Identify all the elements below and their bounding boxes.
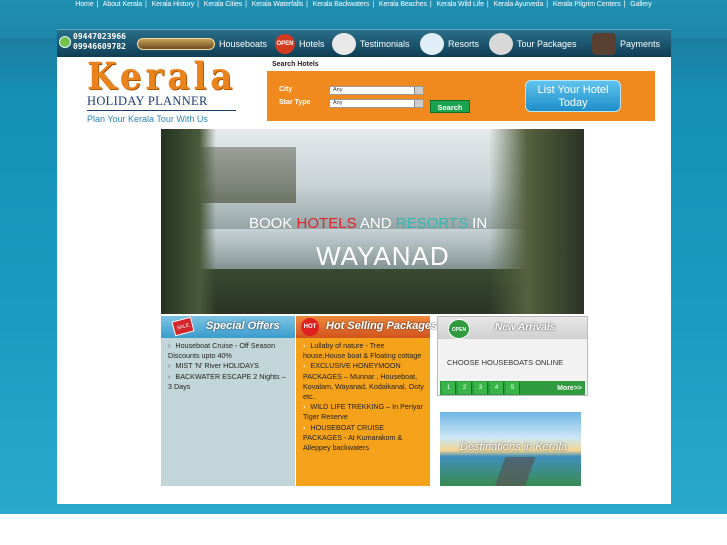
list-item[interactable]: MIST 'N' River HOLIDAYS: [168, 361, 289, 371]
logo-kerala-text: Kerala: [87, 55, 237, 99]
hot-packages-title: Hot Selling Packages: [326, 320, 438, 332]
top-link-kerala-pilgrim-centers[interactable]: Kerala Pilgrim Centers: [553, 1, 621, 8]
top-link-kerala-backwaters[interactable]: Kerala Backwaters: [313, 1, 370, 8]
star-type-select-value: Any: [333, 100, 343, 106]
wallet-icon: [592, 33, 616, 55]
list-item[interactable]: BACKWATER ESCAPE 2 Nights – 3 Days: [168, 372, 289, 392]
open-sign-icon: OPEN: [448, 319, 470, 339]
top-link-kerala-beaches[interactable]: Kerala Beaches: [379, 1, 427, 8]
nav-payments[interactable]: Payments: [592, 30, 660, 58]
more-link[interactable]: More>>: [557, 385, 582, 392]
top-link-home[interactable]: Home: [75, 1, 93, 8]
page-5-button[interactable]: 5: [506, 382, 520, 394]
main-navigation: 09447023966 09946609782 Houseboats OPEN …: [57, 29, 671, 57]
hotel-search-form: Search Hotels City Any Star Type Any Sea…: [267, 59, 655, 121]
footer-background: [0, 514, 727, 545]
search-panel: City Any Star Type Any Search List Your …: [267, 71, 655, 121]
nav-hotels-label: Hotels: [299, 39, 325, 49]
city-select-value: Any: [333, 87, 343, 93]
list-your-hotel-button[interactable]: List Your Hotel Today: [525, 80, 621, 112]
top-link-about-kerala[interactable]: About Kerala: [103, 1, 142, 8]
special-offers-title: Special Offers: [206, 320, 280, 332]
destinations-in-kerala-banner[interactable]: Destinations in Kerala: [440, 412, 581, 486]
top-links-bar: Home | About Kerala | Kerala History | Kera…: [75, 1, 652, 8]
nav-hotels[interactable]: OPEN Hotels: [275, 30, 325, 58]
search-button[interactable]: Search: [430, 100, 470, 113]
nav-resorts[interactable]: Resorts: [420, 30, 479, 58]
page-4-button[interactable]: 4: [490, 382, 504, 394]
banner-headline: BOOK HOTELS AND RESORTS IN: [249, 215, 488, 232]
top-link-kerala-wild-life[interactable]: Kerala Wild Life: [437, 1, 485, 8]
star-type-label: Star Type: [279, 99, 311, 106]
list-item[interactable]: HOUSEBOAT CRUISE PACKAGES - At Kumarakom…: [303, 423, 424, 454]
phone-number-1: 09447023966: [73, 32, 126, 41]
nav-houseboats-label: Houseboats: [219, 39, 268, 49]
new-arrivals-box: OPEN New Arrivals CHOOSE HOUSEBOATS ONLI…: [437, 316, 588, 396]
sale-tag-icon: SALE: [171, 316, 195, 337]
nav-houseboats[interactable]: Houseboats: [219, 30, 267, 58]
page-2-button[interactable]: 2: [458, 382, 472, 394]
hot-selling-packages-box: HOT Hot Selling Packages Lullaby of natu…: [296, 316, 437, 486]
city-select[interactable]: Any: [329, 86, 424, 95]
city-label: City: [279, 86, 293, 93]
top-link-gallery[interactable]: Gallery: [630, 1, 652, 8]
list-item[interactable]: EXCLUSIVE HONEYMOON PACKAGES – Munnar , …: [303, 361, 424, 402]
phone-icon: [59, 36, 71, 48]
search-title: Search Hotels: [267, 59, 655, 70]
nav-tour-packages-label: Tour Packages: [517, 39, 577, 49]
logo-tagline: Plan Your Kerala Tour With Us: [87, 114, 208, 124]
nav-payments-label: Payments: [620, 39, 661, 49]
nav-testimonials[interactable]: Testimonials: [332, 30, 410, 58]
chevron-down-icon: [414, 100, 423, 107]
wayanad-banner[interactable]: BOOK HOTELS AND RESORTS IN WAYANAD: [161, 129, 584, 314]
new-arrivals-title: New Arrivals: [495, 322, 556, 333]
destinations-title: Destinations in Kerala: [460, 441, 568, 453]
phone-number-2: 09946609782: [73, 42, 126, 51]
suitcase-icon: [489, 33, 513, 55]
open-sign-icon: OPEN: [275, 34, 295, 54]
special-offers-list: Houseboat Cruise - Off Season Discounts …: [161, 338, 295, 392]
special-offers-box: SALE Special Offers Houseboat Cruise - O…: [161, 316, 295, 486]
nav-testimonials-label: Testimonials: [360, 39, 410, 49]
main-content: Kerala HOLIDAY PLANNER Plan Your Kerala …: [57, 57, 671, 504]
new-arrivals-header: OPEN New Arrivals: [438, 317, 587, 339]
star-type-select[interactable]: Any: [329, 99, 424, 108]
houseboat-thumbnail-icon: [137, 38, 215, 50]
resort-icon: [420, 33, 444, 55]
chevron-down-icon: [414, 87, 423, 94]
new-arrivals-pager: 1 2 3 4 5 More>>: [440, 381, 585, 395]
top-link-kerala-cities[interactable]: Kerala Cities: [204, 1, 242, 8]
top-link-kerala-history[interactable]: Kerala History: [152, 1, 195, 8]
new-arrivals-text[interactable]: CHOOSE HOUSEBOATS ONLINE: [447, 358, 563, 367]
nav-tour-packages[interactable]: Tour Packages: [489, 30, 577, 58]
phone-block: 09447023966 09946609782: [59, 32, 126, 52]
nav-resorts-label: Resorts: [448, 39, 480, 49]
list-item[interactable]: Lullaby of nature - Tree house,House boa…: [303, 341, 424, 361]
banner-place-name: WAYANAD: [316, 241, 450, 271]
hot-packages-list: Lullaby of nature - Tree house,House boa…: [296, 338, 430, 453]
hot-badge-icon: HOT: [301, 318, 319, 336]
special-offers-header: SALE Special Offers: [161, 316, 295, 338]
person-icon: [332, 33, 356, 55]
list-item[interactable]: Houseboat Cruise - Off Season Discounts …: [168, 341, 289, 361]
top-link-kerala-ayurveda[interactable]: Kerala Ayurveda: [494, 1, 544, 8]
site-logo[interactable]: Kerala HOLIDAY PLANNER Plan Your Kerala …: [87, 55, 237, 124]
top-link-kerala-waterfalls[interactable]: Kerala Waterfalls: [252, 1, 303, 8]
hot-packages-header: HOT Hot Selling Packages: [296, 316, 437, 338]
page-1-button[interactable]: 1: [442, 382, 456, 394]
list-item[interactable]: WILD LIFE TREKKING – In Periyar Tiger Re…: [303, 402, 424, 422]
page-3-button[interactable]: 3: [474, 382, 488, 394]
